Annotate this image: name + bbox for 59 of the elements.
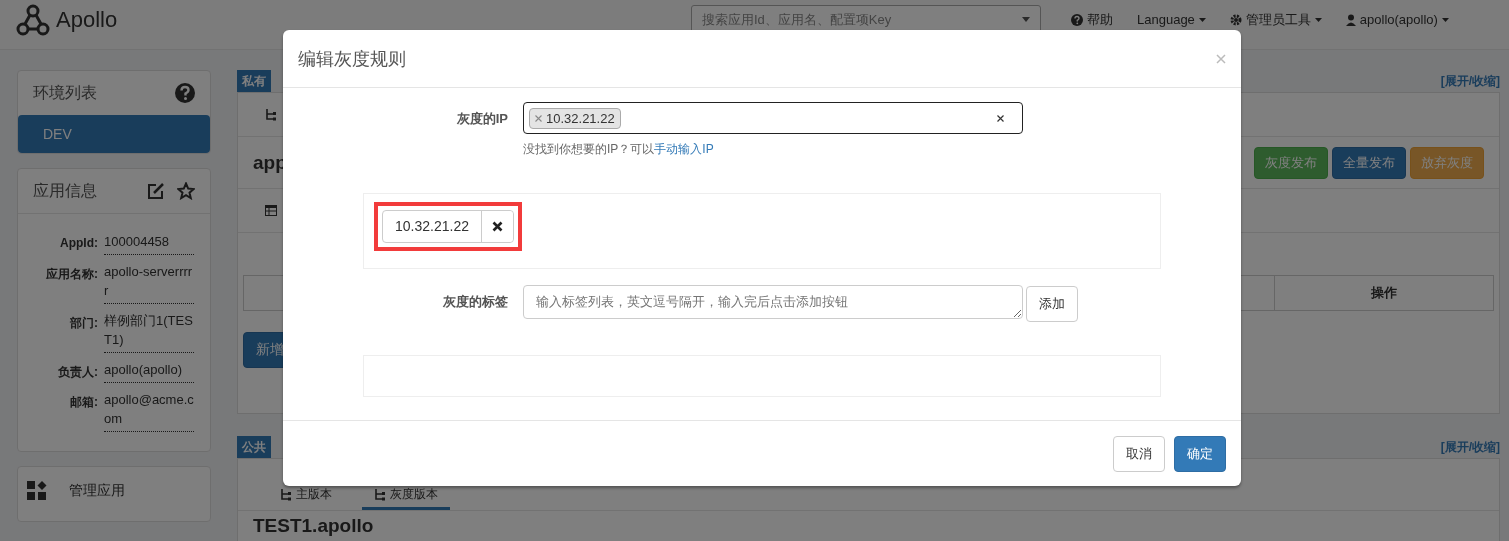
env-item[interactable]: DEV (18, 115, 210, 153)
caret-icon (1441, 17, 1449, 22)
branch-icon (280, 488, 292, 501)
nav-link[interactable]: Language (1137, 12, 1206, 27)
field-label: 灰度的IP (455, 110, 508, 128)
version-tab[interactable]: 主版本 (268, 486, 344, 510)
gear-icon (1229, 13, 1242, 26)
grid-icon (27, 481, 47, 501)
expand-collapse-link[interactable]: [展开/收缩] (1440, 72, 1500, 90)
ip-select-field[interactable]: 10.32.21.22 (523, 102, 1023, 134)
field-label: AppId: (59, 235, 98, 252)
field-value: 100004458 (104, 232, 194, 255)
close-icon (491, 221, 503, 232)
section-badge: 公共 (237, 435, 271, 459)
field-label: 应用名称: (45, 266, 98, 283)
help-icon (175, 83, 195, 103)
field-label: 部门: (69, 315, 98, 332)
caret-icon (1022, 17, 1030, 22)
field-label: 负责人: (57, 364, 98, 381)
close-icon (1216, 53, 1226, 64)
modal-title: 编辑灰度规则 (298, 47, 406, 71)
network-logo-icon (16, 2, 50, 37)
field-value: apollo(apollo) (104, 360, 194, 383)
branch-icon (374, 488, 386, 501)
question-icon (1071, 13, 1083, 26)
column-header: 操作 (1370, 284, 1398, 302)
edit-icon (147, 182, 165, 200)
nav-link[interactable]: 帮助 (1071, 10, 1113, 29)
release-button[interactable]: 全量发布 (1332, 146, 1406, 179)
field-value: apollo-serverrrrr (104, 262, 194, 304)
branch-icon (265, 108, 277, 121)
field-label: 邮箱: (69, 394, 98, 411)
remove-icon (535, 114, 542, 122)
star-icon (177, 182, 195, 200)
ip-text: 10.32.21.22 (383, 211, 482, 242)
section-badge: 私有 (237, 69, 271, 93)
field-value: 样例部门1(TEST1) (104, 311, 194, 353)
field-value: apollo@acme.com (104, 390, 194, 432)
caret-icon (1198, 17, 1206, 22)
user-icon (1345, 13, 1356, 26)
help-text: 没找到你想要的IP？可以手动输入IP (523, 141, 715, 158)
manage-apps-item[interactable]: 管理应用 (17, 466, 211, 522)
nav-link[interactable]: 管理员工具 (1229, 10, 1322, 29)
caret-icon (1314, 17, 1322, 22)
ip-tag[interactable]: 10.32.21.22 (529, 107, 621, 129)
panel-title: 应用信息 (33, 180, 97, 201)
add-button[interactable]: 添加 (1026, 286, 1078, 322)
field-label: 灰度的标签 (442, 293, 508, 311)
confirm-button[interactable]: 确定 (1174, 435, 1226, 472)
namespace-title: TEST1.apollo (253, 515, 374, 537)
panel-title: 环境列表 (33, 82, 97, 103)
cancel-button[interactable]: 取消 (1113, 435, 1165, 472)
table-icon (265, 205, 277, 216)
expand-collapse-link[interactable]: [展开/收缩] (1440, 438, 1500, 456)
brand-name: Apollo (56, 6, 118, 33)
clear-icon (997, 114, 1004, 122)
label-input-field[interactable]: 输入标签列表，英文逗号隔开，输入完后点击添加按钮 (523, 285, 1023, 319)
nav-link[interactable]: apollo(apollo) (1345, 12, 1449, 27)
manual-input-link[interactable]: 手动输入IP (654, 142, 714, 156)
